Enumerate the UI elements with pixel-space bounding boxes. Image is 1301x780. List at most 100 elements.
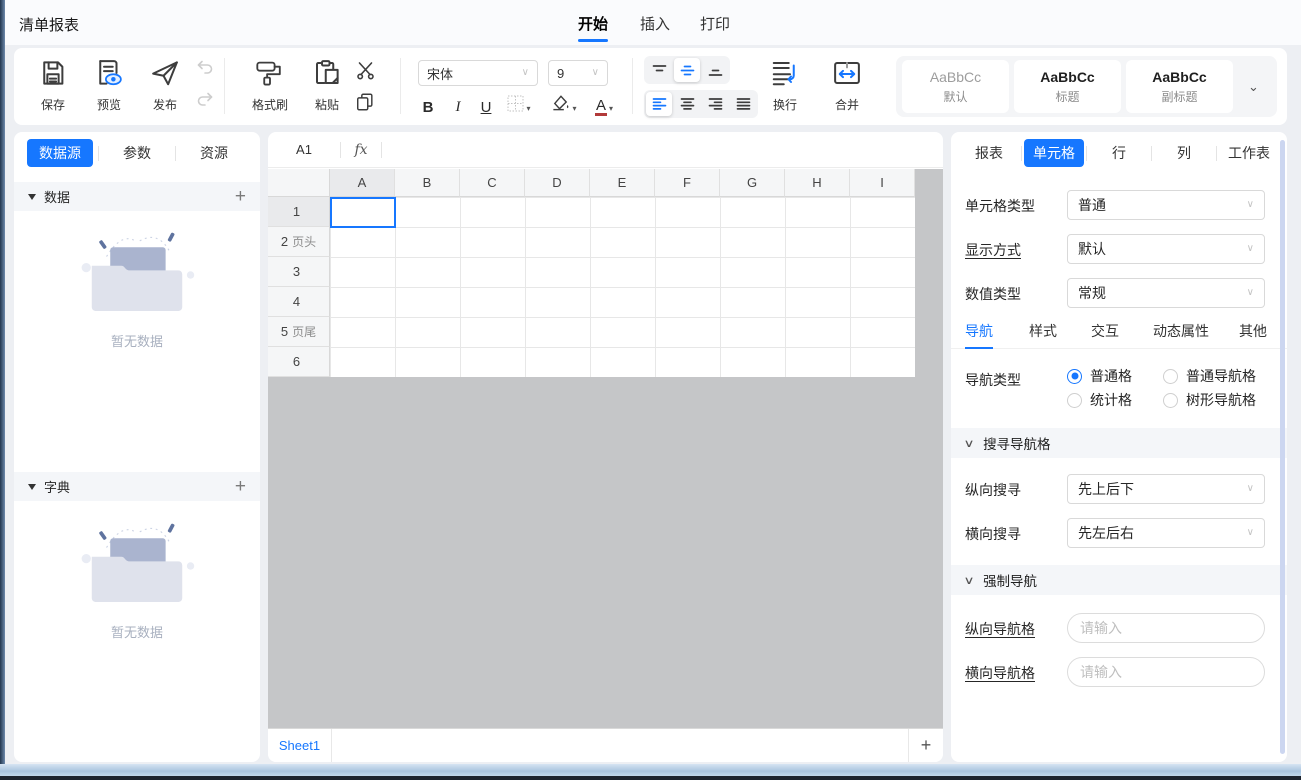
grid-corner-cell[interactable] xyxy=(268,169,330,197)
column-header[interactable]: B xyxy=(395,169,460,197)
radio-tree-nav-cell[interactable]: 树形导航格 xyxy=(1163,390,1256,410)
radio-normal-nav-cell[interactable]: 普通导航格 xyxy=(1163,366,1256,386)
horizontal-nav-cell-input[interactable] xyxy=(1067,657,1265,687)
halign-left-button[interactable] xyxy=(646,92,672,116)
tab-print[interactable]: 打印 xyxy=(700,13,730,34)
column-header[interactable]: H xyxy=(785,169,850,197)
font-color-button[interactable]: A ▾ xyxy=(588,94,620,118)
active-cell-A1[interactable] xyxy=(330,197,396,228)
display-mode-select[interactable]: 默认 ∨ xyxy=(1067,234,1265,264)
toolbar-divider xyxy=(224,58,225,114)
collapse-triangle-icon xyxy=(28,484,36,490)
italic-button[interactable]: I xyxy=(446,94,470,118)
tab-row[interactable]: 行 xyxy=(1087,143,1151,163)
style-preset-subtitle[interactable]: AaBbCc 副标题 xyxy=(1126,60,1233,113)
value-type-select[interactable]: 常规 ∨ xyxy=(1067,278,1265,308)
column-header[interactable]: G xyxy=(720,169,785,197)
sheet-tab-sheet1[interactable]: Sheet1 xyxy=(268,729,332,762)
sheet-tab-bar: Sheet1 + xyxy=(268,728,943,762)
style-preset-title[interactable]: AaBbCc 标题 xyxy=(1014,60,1121,113)
redo-icon[interactable] xyxy=(194,89,216,111)
row-header[interactable]: 5页尾 xyxy=(268,317,330,347)
subtab-other[interactable]: 其他 xyxy=(1239,321,1267,341)
column-headers: A B C D E F G H I xyxy=(330,169,915,197)
panel-scrollbar[interactable] xyxy=(1280,140,1285,754)
publish-button[interactable]: 发布 xyxy=(140,58,190,113)
gallery-expand-chevron-icon[interactable]: ⌄ xyxy=(1248,79,1259,95)
tab-resources[interactable]: 资源 xyxy=(176,143,252,163)
cell-name-box[interactable]: A1 xyxy=(268,142,340,157)
font-family-select[interactable]: 宋体 ∨ xyxy=(418,60,538,86)
valign-bottom-button[interactable] xyxy=(702,58,728,82)
preview-button[interactable]: 预览 xyxy=(84,58,134,113)
valign-top-button[interactable] xyxy=(646,58,672,82)
chevron-down-icon: ∨ xyxy=(1247,484,1254,494)
toolbar-divider xyxy=(400,58,401,114)
bold-button[interactable]: B xyxy=(416,94,440,118)
underline-button[interactable]: U xyxy=(474,94,498,118)
tab-parameters[interactable]: 参数 xyxy=(99,143,175,163)
radio-icon xyxy=(1163,369,1178,384)
tab-home[interactable]: 开始 xyxy=(578,13,608,34)
column-header[interactable]: E xyxy=(590,169,655,197)
horizontal-search-select[interactable]: 先左后右 ∨ xyxy=(1067,518,1265,548)
search-nav-section-header[interactable]: ∨ 搜寻导航格 xyxy=(951,428,1287,458)
column-header[interactable]: A xyxy=(330,169,395,197)
fill-color-button[interactable]: ▾ xyxy=(548,94,580,118)
force-nav-section-header[interactable]: ∨ 强制导航 xyxy=(951,565,1287,595)
vertical-search-field: 纵向搜寻 先上后下 ∨ xyxy=(951,474,1287,504)
tab-column[interactable]: 列 xyxy=(1152,143,1216,163)
subtab-dynamic-props[interactable]: 动态属性 xyxy=(1153,321,1209,341)
section-dict-header[interactable]: 字典 + xyxy=(14,472,260,501)
horizontal-nav-cell-field: 横向导航格 xyxy=(951,657,1287,687)
column-header[interactable]: F xyxy=(655,169,720,197)
halign-center-button[interactable] xyxy=(674,92,700,116)
undo-icon[interactable] xyxy=(194,57,216,79)
radio-normal-cell[interactable]: 普通格 xyxy=(1067,366,1132,386)
radio-stat-cell[interactable]: 统计格 xyxy=(1067,390,1132,410)
add-data-button[interactable]: + xyxy=(235,187,246,206)
cut-icon[interactable] xyxy=(354,59,376,81)
section-data-header[interactable]: 数据 + xyxy=(14,182,260,211)
row-header[interactable]: 6 xyxy=(268,347,330,377)
cell-type-select[interactable]: 普通 ∨ xyxy=(1067,190,1265,220)
row-header[interactable]: 1 xyxy=(268,197,330,227)
tab-cell[interactable]: 单元格 xyxy=(1022,139,1086,167)
page-title: 清单报表 xyxy=(19,14,79,35)
column-header[interactable]: I xyxy=(850,169,915,197)
subtab-interaction[interactable]: 交互 xyxy=(1091,321,1119,341)
tab-report[interactable]: 报表 xyxy=(957,143,1021,163)
horizontal-search-field: 横向搜寻 先左后右 ∨ xyxy=(951,518,1287,548)
dict-empty-state: 暂无数据 xyxy=(14,516,260,641)
font-size-select[interactable]: 9 ∨ xyxy=(548,60,608,86)
subtab-style[interactable]: 样式 xyxy=(1029,321,1057,341)
fx-icon[interactable]: fx xyxy=(341,142,381,158)
wrap-text-button[interactable]: 换行 xyxy=(760,58,810,113)
borders-button[interactable]: ▾ xyxy=(504,94,534,118)
paste-button[interactable]: 粘贴 xyxy=(302,58,352,113)
halign-justify-button[interactable] xyxy=(730,92,756,116)
row-header[interactable]: 3 xyxy=(268,257,330,287)
tab-worksheet[interactable]: 工作表 xyxy=(1217,143,1281,163)
tab-insert[interactable]: 插入 xyxy=(640,13,670,34)
formula-bar: A1 fx xyxy=(268,132,943,168)
column-header[interactable]: D xyxy=(525,169,590,197)
merge-cells-icon xyxy=(832,58,862,91)
column-header[interactable]: C xyxy=(460,169,525,197)
copy-icon[interactable] xyxy=(354,91,376,113)
cell-area[interactable] xyxy=(330,197,915,377)
vertical-search-select[interactable]: 先上后下 ∨ xyxy=(1067,474,1265,504)
halign-right-button[interactable] xyxy=(702,92,728,116)
tab-datasource[interactable]: 数据源 xyxy=(22,139,98,167)
add-sheet-button[interactable]: + xyxy=(909,735,943,756)
merge-cells-button[interactable]: 合并 xyxy=(822,58,872,113)
subtab-navigation[interactable]: 导航 xyxy=(965,321,993,341)
style-preset-default[interactable]: AaBbCc 默认 xyxy=(902,60,1009,113)
format-painter-button[interactable]: 格式刷 xyxy=(242,58,298,113)
vertical-nav-cell-input[interactable] xyxy=(1067,613,1265,643)
row-header[interactable]: 4 xyxy=(268,287,330,317)
valign-middle-button[interactable] xyxy=(674,58,700,82)
add-dict-button[interactable]: + xyxy=(235,477,246,496)
save-button[interactable]: 保存 xyxy=(28,58,78,113)
row-header[interactable]: 2页头 xyxy=(268,227,330,257)
